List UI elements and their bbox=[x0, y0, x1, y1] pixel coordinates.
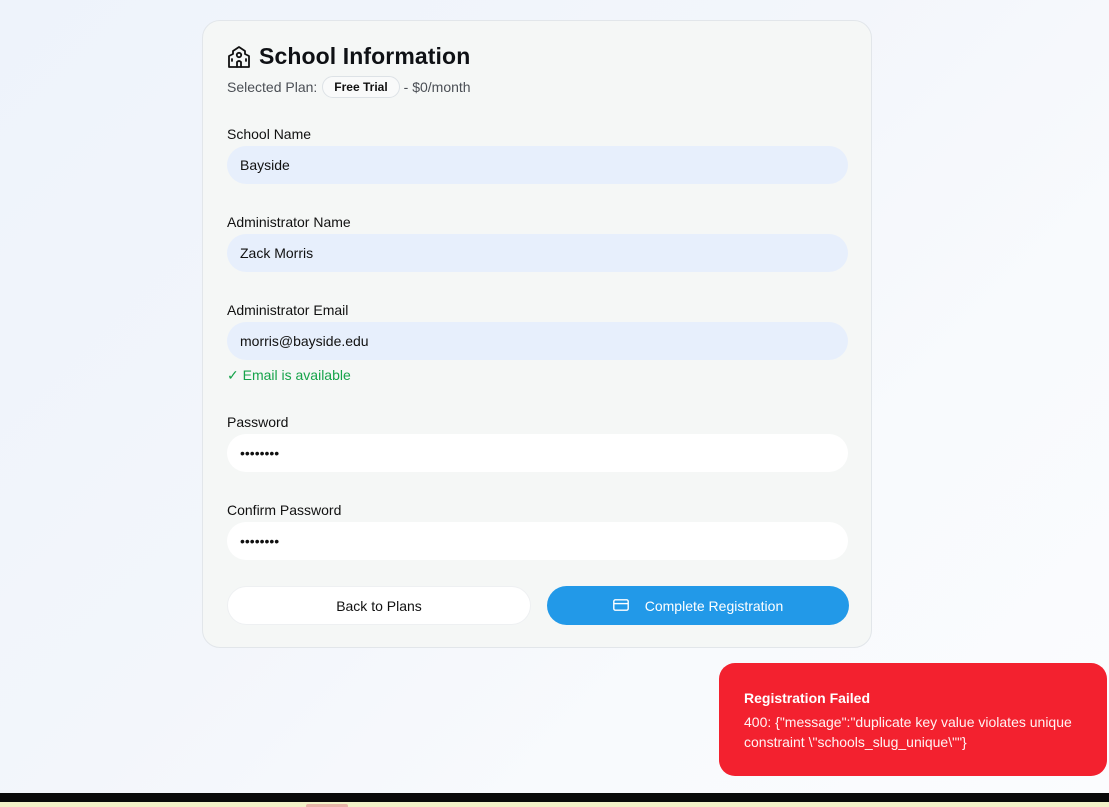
admin-name-label: Administrator Name bbox=[227, 214, 351, 230]
school-name-input[interactable] bbox=[227, 146, 848, 184]
bottom-strip bbox=[0, 802, 1109, 807]
email-available-status: ✓ Email is available bbox=[227, 367, 351, 383]
complete-registration-label: Complete Registration bbox=[644, 597, 784, 614]
page-title: School Information bbox=[259, 43, 471, 69]
confirm-password-label: Confirm Password bbox=[227, 502, 342, 518]
plan-prefix: Selected Plan: bbox=[227, 79, 318, 95]
admin-email-label: Administrator Email bbox=[227, 302, 349, 318]
error-toast[interactable]: Registration Failed 400: {"message":"dup… bbox=[719, 663, 1107, 776]
selected-plan-row: Selected Plan: Free Trial - $0/month bbox=[227, 76, 471, 98]
password-label: Password bbox=[227, 414, 289, 430]
admin-name-input[interactable] bbox=[227, 234, 848, 272]
admin-email-input[interactable] bbox=[227, 322, 848, 360]
plan-price: - $0/month bbox=[403, 79, 471, 95]
school-icon bbox=[227, 45, 251, 69]
password-input[interactable] bbox=[227, 434, 848, 472]
complete-registration-button[interactable]: Complete Registration bbox=[547, 586, 849, 625]
back-to-plans-label: Back to Plans bbox=[336, 597, 422, 614]
back-to-plans-button[interactable]: Back to Plans bbox=[227, 586, 531, 625]
card-header: School Information bbox=[227, 43, 470, 70]
confirm-password-input[interactable] bbox=[227, 522, 848, 560]
school-info-card: School Information Selected Plan: Free T… bbox=[202, 20, 872, 648]
bottom-divider bbox=[0, 793, 1109, 802]
credit-card-icon bbox=[612, 598, 629, 614]
toast-title: Registration Failed bbox=[744, 690, 871, 706]
plan-badge: Free Trial bbox=[322, 76, 400, 98]
toast-message: 400: {"message":"duplicate key value vio… bbox=[744, 714, 1072, 750]
school-name-label: School Name bbox=[227, 126, 312, 142]
